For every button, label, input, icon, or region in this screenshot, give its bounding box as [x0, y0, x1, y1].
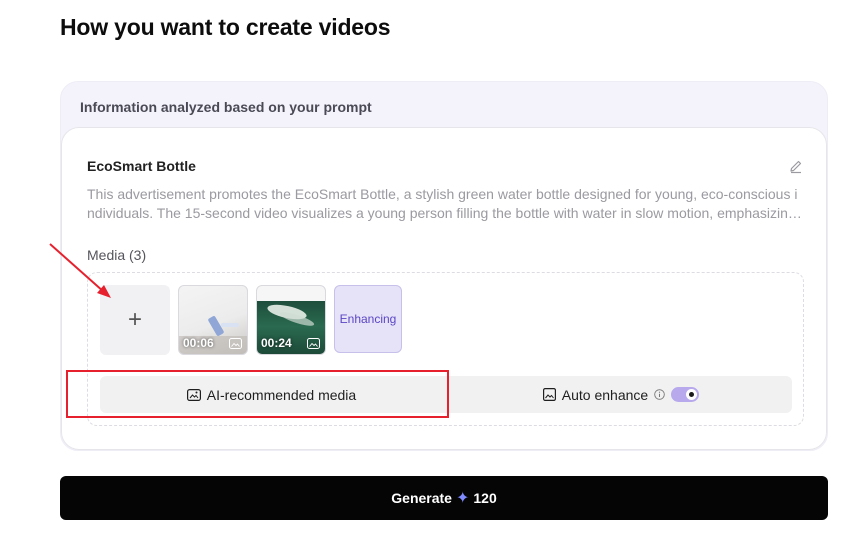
media-duration: 00:06	[183, 336, 214, 350]
product-description: This advertisement promotes the EcoSmart…	[87, 186, 798, 221]
ai-recommended-media-button[interactable]: AI-recommended media	[100, 376, 443, 413]
generate-label: Generate	[391, 490, 452, 506]
ai-recommended-label: AI-recommended media	[206, 386, 357, 403]
plus-icon: +	[127, 306, 142, 333]
credit-count: 120	[473, 490, 497, 506]
page-title: How you want to create videos	[60, 14, 391, 40]
pencil-icon[interactable]	[788, 158, 804, 174]
media-thumbnail[interactable]: 00:06	[178, 285, 248, 355]
image-icon	[542, 388, 556, 401]
enhancing-media-tile[interactable]: Enhancing	[334, 285, 402, 353]
auto-enhance-toggle[interactable]	[671, 387, 700, 402]
media-area: + 00:06 00:24 Enhancing AI-recommended m…	[87, 272, 804, 426]
ai-image-icon	[307, 338, 320, 349]
analysis-card: EcoSmart Bottle This advertisement promo…	[61, 127, 827, 450]
generate-button[interactable]: Generate ✦ 120	[60, 476, 828, 520]
analysis-header: Information analyzed based on your promp…	[80, 99, 372, 115]
ai-image-icon	[229, 338, 242, 349]
auto-enhance-control: Auto enhance	[450, 376, 792, 413]
media-label: Media (3)	[87, 247, 147, 263]
enhancing-status: Enhancing	[339, 312, 397, 326]
auto-enhance-label: Auto enhance	[561, 386, 649, 403]
info-icon[interactable]	[654, 389, 665, 400]
sparkle-icon: ✦	[455, 490, 470, 507]
media-action-bar: AI-recommended media Auto enhance	[100, 376, 792, 413]
toggle-knob	[686, 389, 698, 400]
product-title: EcoSmart Bottle	[87, 158, 196, 174]
media-duration: 00:24	[261, 336, 292, 350]
add-media-button[interactable]: +	[100, 285, 170, 355]
media-thumbnail[interactable]: 00:24	[256, 285, 326, 355]
analysis-panel: Information analyzed based on your promp…	[60, 81, 828, 451]
ai-image-icon	[186, 388, 201, 401]
